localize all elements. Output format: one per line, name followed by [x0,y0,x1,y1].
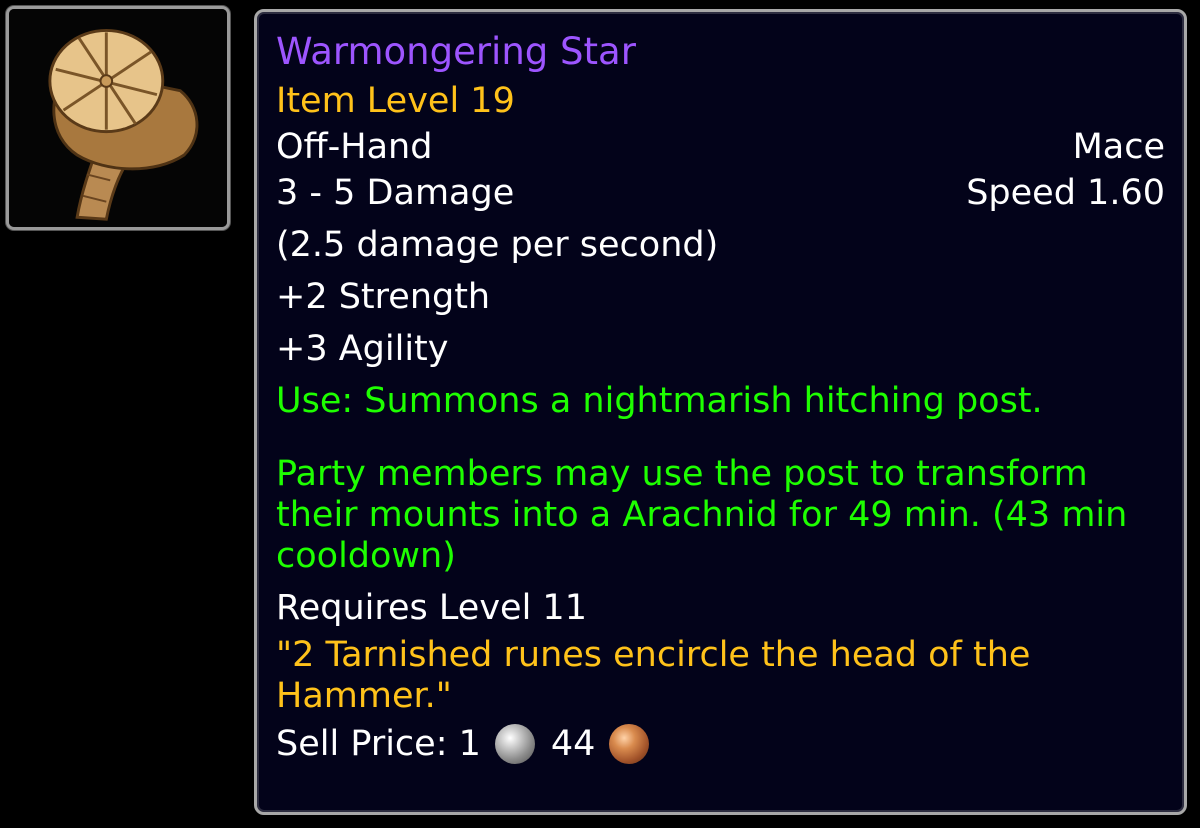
silver-coin-icon [494,724,535,764]
item-level: Item Level 19 [276,81,515,121]
stat-strength: +2 Strength [276,277,491,317]
copper-coin-icon [609,724,650,764]
item-dps: (2.5 damage per second) [276,225,719,265]
use-effect-line1: Use: Summons a nightmarish hitching post… [276,381,1043,421]
sell-price: Sell Price: 1 44 [276,721,1165,767]
item-type: Mace [1072,127,1165,167]
item-speed: Speed 1.60 [966,173,1165,213]
flavor-text: "2 Tarnished runes encircle the head of … [276,635,1031,716]
item-name: Warmongering Star [276,30,636,73]
item-slot: Off-Hand [276,127,433,167]
tooltip-content: Warmongering Star Item Level 19 Off-Hand… [276,26,1165,767]
item-icon-frame[interactable] [6,6,230,230]
stat-agility: +3 Agility [276,329,449,369]
use-effect-line2: Party members may use the post to transf… [276,454,1128,576]
required-level: Requires Level 11 [276,588,587,628]
damage-speed-row: 3 - 5 Damage Speed 1.60 [276,170,1165,216]
sell-price-label: Sell Price: 1 [276,724,481,764]
item-tooltip: Warmongering Star Item Level 19 Off-Hand… [254,9,1187,815]
copper-amount: 44 [550,724,596,764]
item-damage: 3 - 5 Damage [276,173,515,213]
mace-icon [9,9,227,227]
slot-type-row: Off-Hand Mace [276,124,1165,170]
